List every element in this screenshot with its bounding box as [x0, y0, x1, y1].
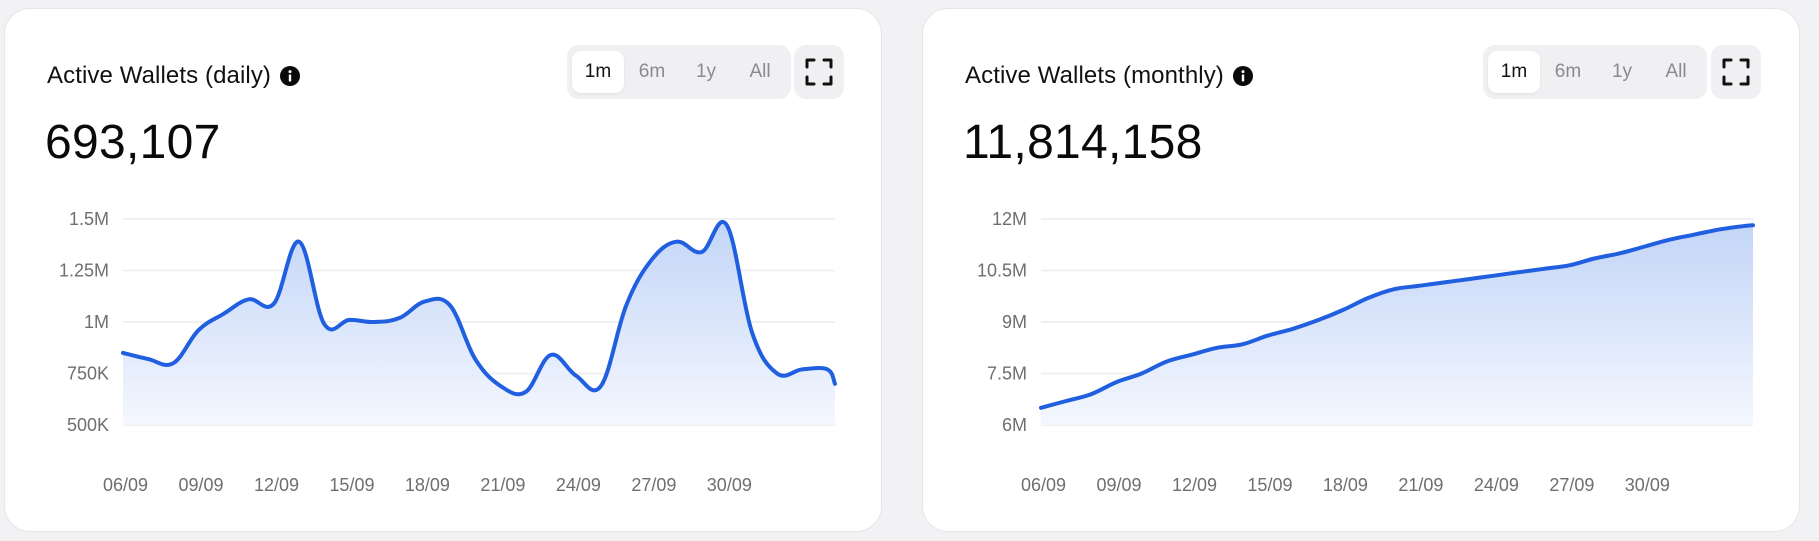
time-range-selector: 1m 6m 1y All: [567, 45, 791, 99]
x-tick-label: 06/09: [103, 475, 148, 495]
x-tick-label: 30/09: [1625, 475, 1670, 495]
x-tick-label: 21/09: [480, 475, 525, 495]
x-tick-label: 06/09: [1021, 475, 1066, 495]
y-tick-label: 12M: [992, 209, 1027, 229]
y-tick-label: 10.5M: [977, 261, 1027, 281]
daily-area-chart: 500K 750K 1M 1.25M 1.5M 06/09 09/09 12/09 15/09 1…: [59, 209, 837, 495]
monthly-area-chart: 6M 7.5M 9M 10.5M 12M 06/09 09/09 12/09 15/09 18/0…: [977, 209, 1755, 495]
range-6m-button[interactable]: 6m: [1542, 51, 1594, 93]
info-icon[interactable]: [279, 65, 301, 87]
active-wallets-daily-card: Active Wallets (daily) 693,107 1m 6m 1y …: [4, 8, 882, 532]
y-tick-label: 1.5M: [69, 209, 109, 229]
x-tick-label: 27/09: [631, 475, 676, 495]
x-tick-label: 18/09: [405, 475, 450, 495]
x-tick-label: 24/09: [1474, 475, 1519, 495]
y-tick-label: 9M: [1002, 312, 1027, 332]
y-tick-label: 1.25M: [59, 261, 109, 281]
current-value: 693,107: [45, 116, 221, 169]
x-tick-label: 15/09: [329, 475, 374, 495]
fullscreen-button[interactable]: [1711, 45, 1761, 99]
x-tick-label: 09/09: [178, 475, 223, 495]
x-tick-label: 12/09: [1172, 475, 1217, 495]
y-tick-label: 750K: [67, 364, 109, 384]
y-tick-label: 7.5M: [987, 364, 1027, 384]
range-1m-button[interactable]: 1m: [1488, 51, 1540, 93]
fullscreen-icon: [1722, 58, 1750, 86]
series-area: [123, 221, 835, 425]
time-range-selector: 1m 6m 1y All: [1483, 45, 1707, 99]
y-tick-label: 500K: [67, 415, 109, 435]
x-tick-label: 24/09: [556, 475, 601, 495]
x-tick-label: 18/09: [1323, 475, 1368, 495]
card-header: Active Wallets (daily): [47, 62, 301, 90]
range-all-button[interactable]: All: [1650, 51, 1702, 93]
card-title: Active Wallets (monthly): [965, 62, 1224, 89]
x-tick-label: 15/09: [1247, 475, 1292, 495]
x-tick-label: 12/09: [254, 475, 299, 495]
range-all-button[interactable]: All: [734, 51, 786, 93]
series-area: [1041, 225, 1753, 425]
range-1y-button[interactable]: 1y: [1596, 51, 1648, 93]
y-tick-label: 6M: [1002, 415, 1027, 435]
fullscreen-icon: [805, 58, 833, 86]
active-wallets-monthly-card: Active Wallets (monthly) 11,814,158 1m 6…: [922, 8, 1800, 532]
current-value: 11,814,158: [963, 116, 1203, 169]
info-icon[interactable]: [1232, 65, 1254, 87]
x-tick-label: 27/09: [1549, 475, 1594, 495]
x-tick-label: 09/09: [1096, 475, 1141, 495]
card-header: Active Wallets (monthly): [965, 62, 1254, 90]
range-6m-button[interactable]: 6m: [626, 51, 678, 93]
range-1y-button[interactable]: 1y: [680, 51, 732, 93]
x-tick-label: 30/09: [707, 475, 752, 495]
range-1m-button[interactable]: 1m: [572, 51, 624, 93]
x-tick-label: 21/09: [1398, 475, 1443, 495]
card-title: Active Wallets (daily): [47, 62, 272, 89]
fullscreen-button[interactable]: [794, 45, 844, 99]
y-tick-label: 1M: [84, 312, 109, 332]
